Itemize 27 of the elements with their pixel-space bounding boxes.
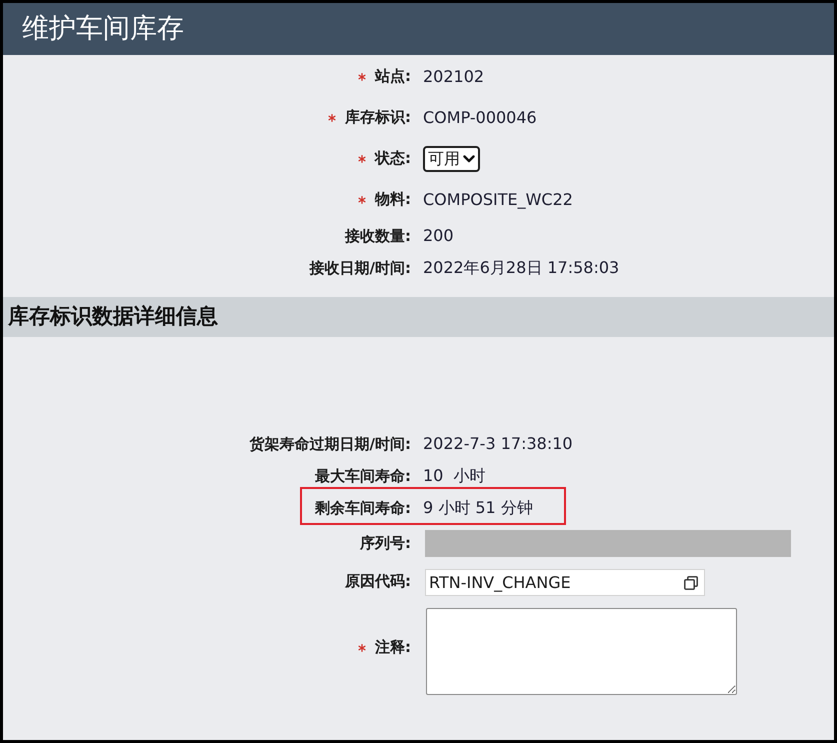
page-title: 维护车间库存 — [22, 12, 184, 46]
field-label: 剩余车间寿命: — [315, 498, 411, 519]
field-label: 原因代码: — [345, 571, 411, 592]
field-label: 货架寿命过期日期/时间: — [250, 434, 411, 455]
comment-field[interactable] — [426, 608, 737, 695]
field-value: 200 — [423, 225, 454, 247]
field-label: 接收日期/时间: — [310, 258, 411, 279]
field-value: 2022年6月28日 17:58:03 — [423, 257, 620, 279]
section-title: 库存标识数据详细信息 — [8, 303, 218, 330]
field-value: 202102 — [423, 66, 484, 88]
copy-icon[interactable] — [684, 576, 698, 590]
status-select[interactable]: 可用 — [423, 146, 480, 172]
field-label: 序列号: — [360, 533, 411, 554]
field-value: 2022-7-3 17:38:10 — [423, 433, 573, 455]
field-label: 状态: — [375, 148, 411, 170]
field-label: 最大车间寿命: — [315, 466, 411, 487]
field-label: 库存标识: — [345, 107, 411, 128]
field-label: 站点: — [375, 66, 411, 88]
chevron-down-icon — [463, 154, 475, 162]
field-label: 接收数量: — [345, 226, 411, 247]
field-label: 注释: — [375, 637, 411, 658]
field-value: 9 小时 51 分钟 — [423, 497, 533, 519]
field-value: COMP-000046 — [423, 106, 537, 128]
field-value: 10 小时 — [423, 465, 486, 487]
field-label: 物料: — [375, 189, 411, 210]
reason-code-field[interactable]: RTN-INV_CHANGE — [425, 569, 705, 596]
field-value: COMPOSITE_WC22 — [423, 188, 573, 211]
